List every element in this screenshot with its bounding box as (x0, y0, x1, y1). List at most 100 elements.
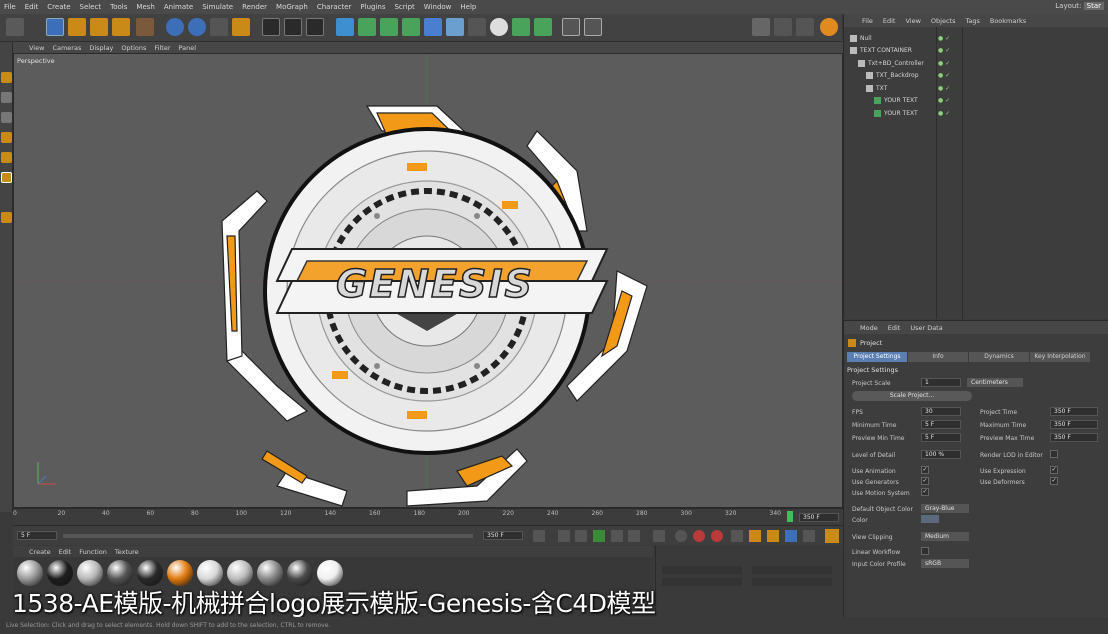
points-mode-icon[interactable] (1, 132, 12, 143)
input-color-dropdown[interactable]: sRGB (921, 559, 969, 568)
python-icon[interactable] (562, 18, 580, 36)
render-settings-icon[interactable] (306, 18, 324, 36)
object-row[interactable]: TEXT CONTAINER ● ✓ (844, 45, 1108, 58)
material-ball[interactable] (227, 560, 253, 586)
material-ball[interactable] (257, 560, 283, 586)
viewport-menu-cameras[interactable]: Cameras (52, 44, 81, 52)
timeline-ruler[interactable]: 0 20 40 60 80 100 120 140 160 180 200 220 240 260 280 3… (13, 508, 843, 525)
render-lod-checkbox[interactable] (1050, 450, 1058, 458)
object-row[interactable]: Txt+BD_Controller ● ✓ (844, 57, 1108, 70)
render-picture-viewer-icon[interactable] (284, 18, 302, 36)
goto-start-icon[interactable] (533, 530, 545, 542)
tab-dynamics[interactable]: Dynamics (969, 352, 1029, 362)
project-scale-field[interactable]: 1 (921, 378, 961, 387)
subdivision-icon[interactable] (380, 18, 398, 36)
snap-icon[interactable] (796, 18, 814, 36)
rotation-key-icon[interactable] (767, 530, 779, 542)
object-row[interactable]: TXT ● ✓ (844, 82, 1108, 95)
spline-icon[interactable] (358, 18, 376, 36)
last-tool-icon[interactable] (136, 18, 154, 36)
project-time-field[interactable]: 350 F (1050, 407, 1098, 416)
coord-y-field[interactable] (662, 578, 742, 586)
object-name[interactable]: YOUR TEXT (884, 97, 918, 104)
fps-field[interactable]: 30 (921, 407, 961, 416)
prev-key-icon[interactable] (558, 530, 570, 542)
use-motion-checkbox[interactable]: ✓ (921, 488, 929, 496)
menu-help[interactable]: Help (460, 3, 476, 11)
scale-project-button[interactable]: Scale Project... (852, 391, 972, 401)
floor-icon[interactable] (446, 18, 464, 36)
menu-tools[interactable]: Tools (110, 3, 127, 11)
goto-end-icon[interactable] (653, 530, 665, 542)
tab-info[interactable]: Info (908, 352, 968, 362)
material-menu-create[interactable]: Create (29, 548, 51, 556)
polygons-mode-icon[interactable] (1, 172, 12, 183)
use-deformers-checkbox[interactable]: ✓ (1050, 477, 1058, 485)
visibility-flags[interactable]: ● ✓ (938, 35, 950, 42)
preview-max-field[interactable]: 350 F (1050, 433, 1098, 442)
coordinate-system-icon[interactable] (232, 18, 250, 36)
object-name[interactable]: Txt+BD_Controller (868, 60, 924, 67)
menu-script[interactable]: Script (394, 3, 414, 11)
attribute-menu-edit[interactable]: Edit (888, 324, 901, 332)
menu-mograph[interactable]: MoGraph (276, 3, 308, 11)
menu-animate[interactable]: Animate (164, 3, 193, 11)
param-key-icon[interactable] (785, 530, 797, 542)
visibility-flags[interactable]: ● ✓ (938, 72, 950, 79)
viewport-menu-options[interactable]: Options (121, 44, 146, 52)
layout-icon[interactable] (752, 18, 770, 36)
preview-range-slider[interactable] (63, 534, 473, 538)
menu-file[interactable]: File (4, 3, 16, 11)
plugin-s-icon[interactable] (820, 18, 838, 36)
preview-min-field[interactable]: 5 F (921, 433, 961, 442)
view-clipping-dropdown[interactable]: Medium (921, 532, 969, 541)
material-ball[interactable] (77, 560, 103, 586)
lod-field[interactable]: 100 % (921, 450, 961, 459)
x-axis-icon[interactable] (166, 18, 184, 36)
undo-icon[interactable] (6, 18, 24, 36)
color-swatch[interactable] (921, 515, 939, 523)
next-frame-icon[interactable] (611, 530, 623, 542)
model-mode-icon[interactable] (1, 72, 12, 83)
material-menu-function[interactable]: Function (79, 548, 107, 556)
object-name[interactable]: TEXT CONTAINER (860, 47, 912, 54)
camera-icon[interactable] (468, 18, 486, 36)
object-name[interactable]: YOUR TEXT (884, 110, 918, 117)
axis-mode-icon[interactable] (1, 212, 12, 223)
script-icon[interactable] (584, 18, 602, 36)
tab-key-interpolation[interactable]: Key Interpolation (1030, 352, 1090, 362)
visibility-flags[interactable]: ● ✓ (938, 47, 950, 54)
material-ball[interactable] (47, 560, 73, 586)
linear-workflow-checkbox[interactable] (921, 547, 929, 555)
object-menu-edit[interactable]: Edit (883, 17, 896, 25)
units-dropdown[interactable]: Centimeters (967, 378, 1023, 387)
scale-icon[interactable] (90, 18, 108, 36)
position-key-icon[interactable] (731, 530, 743, 542)
tab-project-settings[interactable]: Project Settings (847, 352, 907, 362)
object-menu-bookmarks[interactable]: Bookmarks (990, 17, 1026, 25)
perspective-viewport[interactable]: Perspective GENESIS (13, 53, 843, 508)
menu-select[interactable]: Select (80, 3, 102, 11)
default-color-dropdown[interactable]: Gray-Blue (921, 504, 969, 513)
material-menu-edit[interactable]: Edit (59, 548, 72, 556)
prev-frame-icon[interactable] (575, 530, 587, 542)
playhead[interactable] (787, 511, 793, 522)
menu-render[interactable]: Render (242, 3, 267, 11)
visibility-flags[interactable]: ● ✓ (938, 60, 950, 67)
timeline-window-icon[interactable] (825, 529, 839, 543)
use-generators-checkbox[interactable]: ✓ (921, 477, 929, 485)
array-icon[interactable] (402, 18, 420, 36)
menu-create[interactable]: Create (47, 3, 70, 11)
visibility-flags[interactable]: ● ✓ (938, 110, 950, 117)
material-ball[interactable] (17, 560, 43, 586)
auto-key-icon[interactable] (693, 530, 705, 542)
object-row[interactable]: TXT_Backdrop ● ✓ (844, 70, 1108, 83)
menu-simulate[interactable]: Simulate (202, 3, 233, 11)
play-icon[interactable] (593, 530, 605, 542)
object-menu-objects[interactable]: Objects (931, 17, 956, 25)
object-name[interactable]: Null (860, 35, 872, 42)
object-menu-tags[interactable]: Tags (965, 17, 979, 25)
material-ball[interactable] (287, 560, 313, 586)
material-ball[interactable] (317, 560, 343, 586)
use-animation-checkbox[interactable]: ✓ (921, 466, 929, 474)
